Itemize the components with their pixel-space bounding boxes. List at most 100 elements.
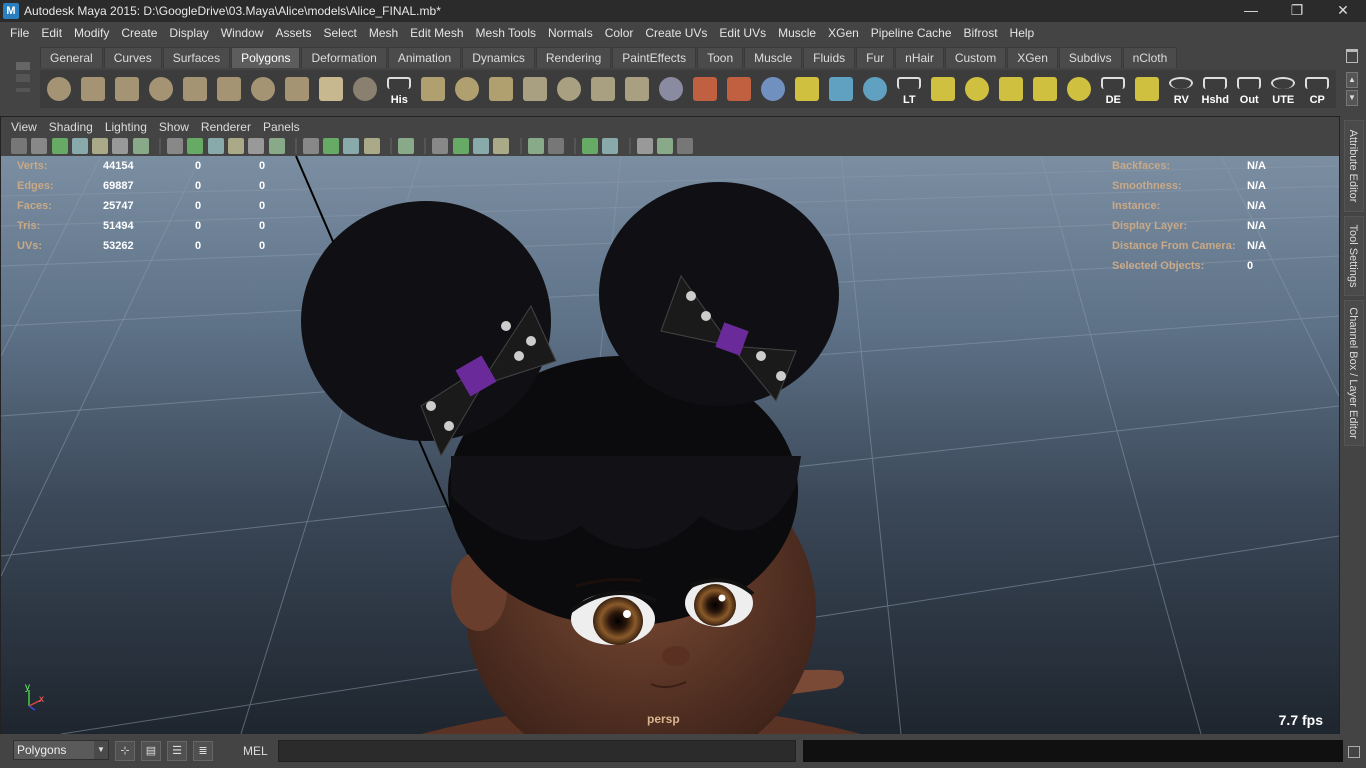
menu-xgen[interactable]: XGen: [822, 26, 865, 40]
de-icon[interactable]: DE: [1098, 73, 1129, 106]
menu-window[interactable]: Window: [215, 26, 270, 40]
isolate-select-icon[interactable]: [302, 138, 319, 154]
poly-plane-icon[interactable]: [180, 73, 211, 105]
out-icon[interactable]: Out: [1234, 73, 1265, 106]
layers-icon[interactable]: ≣: [193, 741, 213, 761]
panel-menu-shading[interactable]: Shading: [43, 120, 99, 134]
tab-dynamics[interactable]: Dynamics: [462, 47, 535, 68]
panel-menu-panels[interactable]: Panels: [257, 120, 306, 134]
poly-cone-icon[interactable]: [146, 73, 177, 105]
motion-blur-icon[interactable]: [472, 138, 489, 154]
gamma-icon[interactable]: [547, 138, 564, 154]
xray-icon[interactable]: [323, 138, 340, 154]
menu-create[interactable]: Create: [115, 26, 163, 40]
outliner-icon[interactable]: ☰: [167, 741, 187, 761]
backface-icon[interactable]: [363, 138, 380, 154]
tab-tool-settings[interactable]: Tool Settings: [1344, 216, 1364, 296]
menu-muscle[interactable]: Muscle: [772, 26, 822, 40]
hshd-icon[interactable]: Hshd: [1200, 73, 1231, 106]
sculpt-icon[interactable]: [690, 73, 721, 105]
image-plane-icon[interactable]: [71, 138, 88, 154]
script-editor-icon[interactable]: ▤: [141, 741, 161, 761]
xray-joints-icon[interactable]: [343, 138, 360, 154]
grease-pencil-icon[interactable]: [92, 138, 109, 154]
bridge-icon[interactable]: [554, 73, 585, 105]
tab-nhair[interactable]: nHair: [895, 47, 944, 68]
tab-animation[interactable]: Animation: [387, 47, 462, 68]
tab-fluids[interactable]: Fluids: [803, 47, 856, 68]
close-button[interactable]: ✕: [1320, 0, 1366, 22]
tab-curves[interactable]: Curves: [103, 47, 162, 68]
append-polygon-icon[interactable]: [588, 73, 619, 105]
scroll-up-icon[interactable]: ▲: [1346, 72, 1358, 88]
rv-icon[interactable]: RV: [1166, 73, 1197, 106]
scroll-down-icon[interactable]: ▼: [1346, 90, 1358, 106]
trash-icon[interactable]: [1346, 49, 1358, 63]
tab-deformation[interactable]: Deformation: [301, 47, 387, 68]
menu-select[interactable]: Select: [317, 26, 362, 40]
mel-command-input[interactable]: [278, 740, 796, 762]
tab-polygons[interactable]: Polygons: [231, 47, 301, 68]
menu-edit[interactable]: Edit: [35, 26, 68, 40]
menu-mesh-tools[interactable]: Mesh Tools: [470, 26, 542, 40]
poly-sphere-icon[interactable]: [44, 73, 75, 105]
poly-pyramid-icon[interactable]: [248, 73, 279, 105]
wireframe-cube-icon[interactable]: [758, 73, 789, 105]
menu-edit-uvs[interactable]: Edit UVs: [713, 26, 772, 40]
poly-cube-icon[interactable]: [78, 73, 109, 105]
history-icon[interactable]: His: [384, 73, 415, 106]
tab-subdivs[interactable]: Subdivs: [1058, 47, 1122, 68]
resolution-gate-icon[interactable]: [132, 138, 149, 154]
paint-brush-icon[interactable]: [724, 73, 755, 105]
snap-toggle-icon[interactable]: ⊹: [115, 741, 135, 761]
tab-custom[interactable]: Custom: [944, 47, 1007, 68]
tab-toon[interactable]: Toon: [697, 47, 744, 68]
uv-cut-icon[interactable]: [1030, 73, 1061, 105]
shadows-icon[interactable]: [268, 138, 285, 154]
camera-attr-icon[interactable]: [31, 138, 48, 154]
script-editor-button-icon[interactable]: [1348, 746, 1360, 758]
uv-sew-icon[interactable]: [1064, 73, 1095, 105]
uv-editor-icon[interactable]: [860, 73, 891, 105]
ambient-occlusion-icon[interactable]: [452, 138, 469, 154]
tab-fur[interactable]: Fur: [856, 47, 895, 68]
tab-painteffects[interactable]: PaintEffects: [612, 47, 697, 68]
bookmark-icon[interactable]: [51, 138, 68, 154]
panel-menu-view[interactable]: View: [5, 120, 43, 134]
menu-pipeline-cache[interactable]: Pipeline Cache: [865, 26, 958, 40]
exposure-icon[interactable]: [527, 138, 544, 154]
camera-persp-icon[interactable]: [636, 138, 653, 154]
minimize-button[interactable]: —: [1228, 0, 1274, 22]
grid-icon[interactable]: [398, 138, 415, 154]
separate-icon[interactable]: [486, 73, 517, 105]
shelf-scroll[interactable]: ▲ ▼: [1346, 72, 1358, 106]
cp-icon[interactable]: CP: [1302, 73, 1333, 106]
default-material-icon[interactable]: [207, 138, 224, 154]
camera-select-icon[interactable]: [11, 138, 27, 154]
combine-icon[interactable]: [452, 73, 483, 105]
menu-color[interactable]: Color: [599, 26, 640, 40]
menu-create-uvs[interactable]: Create UVs: [639, 26, 713, 40]
lt-icon[interactable]: LT: [894, 73, 925, 106]
shelf-handle[interactable]: [12, 48, 34, 110]
poly-torus-icon[interactable]: [214, 73, 245, 105]
menu-assets[interactable]: Assets: [269, 26, 317, 40]
use-lights-icon[interactable]: [248, 138, 265, 154]
uv-grid-icon[interactable]: [1132, 73, 1163, 105]
soccer-ball-icon[interactable]: [350, 73, 381, 105]
tab-xgen[interactable]: XGen: [1007, 47, 1058, 68]
uv-unfold-icon[interactable]: [962, 73, 993, 105]
tab-rendering[interactable]: Rendering: [535, 47, 612, 68]
poly-cylinder-icon[interactable]: [112, 73, 143, 105]
poly-helix-icon[interactable]: [316, 73, 347, 105]
menu-normals[interactable]: Normals: [542, 26, 599, 40]
tab-surfaces[interactable]: Surfaces: [162, 47, 231, 68]
textured-icon[interactable]: [227, 138, 244, 154]
extrude-icon[interactable]: [520, 73, 551, 105]
xray-active-icon[interactable]: [432, 138, 449, 154]
ute-icon[interactable]: UTE: [1268, 73, 1299, 106]
uv-planar-icon[interactable]: [996, 73, 1027, 105]
restore-button[interactable]: ❐: [1274, 0, 1320, 22]
camera-ortho-icon[interactable]: [657, 138, 674, 154]
soft-select-icon[interactable]: [792, 73, 823, 105]
